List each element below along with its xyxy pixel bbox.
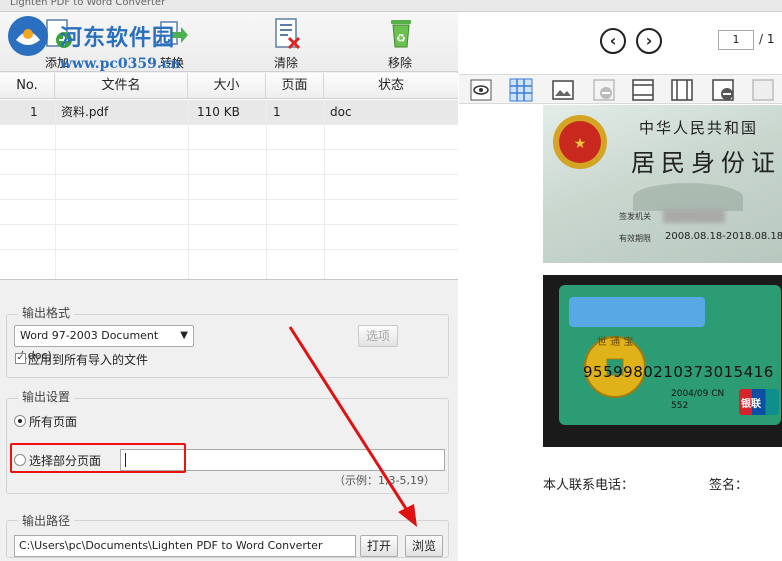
annotation-arrow xyxy=(288,326,417,527)
